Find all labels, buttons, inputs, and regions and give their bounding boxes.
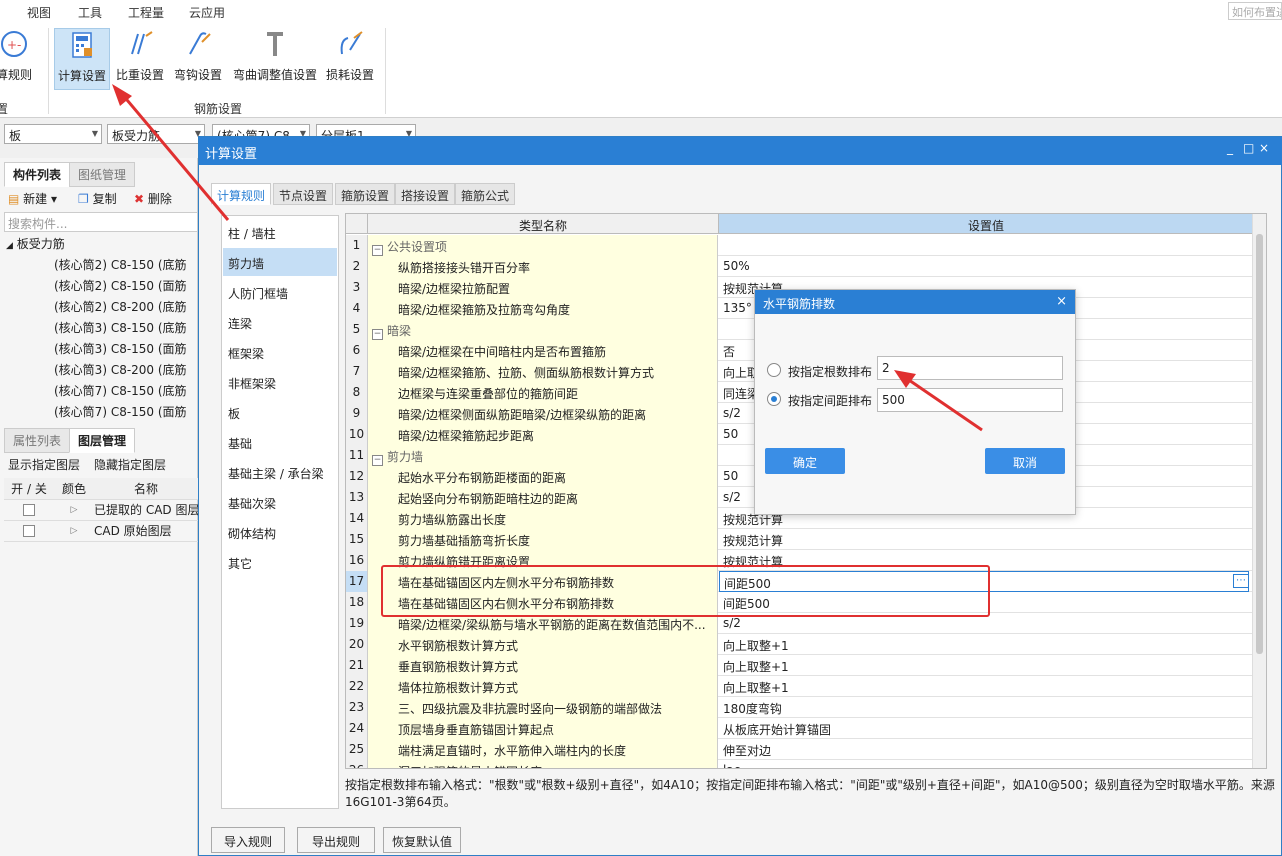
arrow-to-calc-settings [112, 84, 230, 221]
arrow-to-count-input [894, 370, 983, 432]
annotation-arrows [112, 84, 983, 432]
